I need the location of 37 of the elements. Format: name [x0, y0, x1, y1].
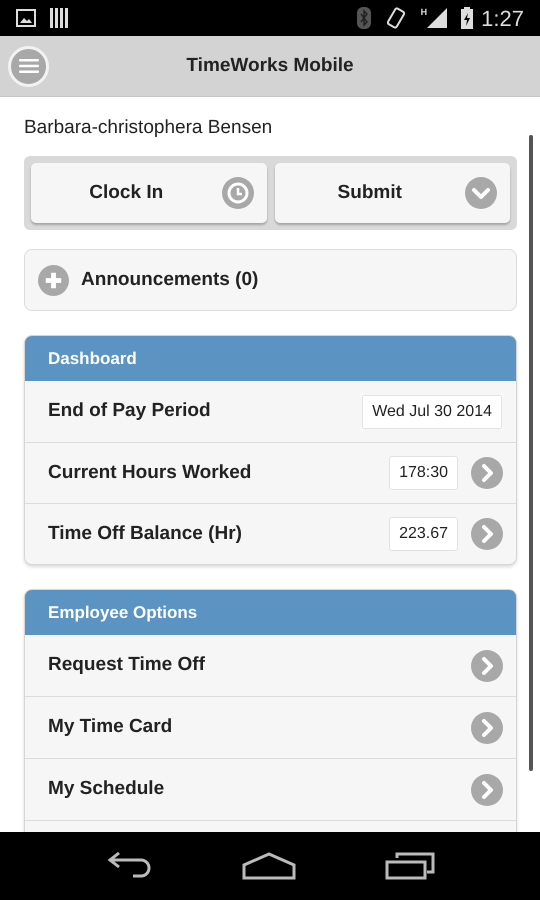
- chevron-right-icon: [471, 774, 503, 806]
- recent-apps-icon[interactable]: [385, 852, 436, 880]
- announcements-button[interactable]: Announcements (0): [24, 249, 517, 311]
- action-button[interactable]: Clock In: [31, 163, 266, 223]
- bluetooth-icon: [356, 7, 371, 29]
- clock-icon: [222, 177, 254, 209]
- image-icon: [16, 9, 36, 27]
- dropdown-icon: [465, 177, 497, 209]
- row-label: Time Off Balance (Hr): [48, 522, 243, 546]
- chevron-right-icon[interactable]: [471, 518, 503, 550]
- chevron-right-icon[interactable]: [471, 457, 503, 489]
- menu-button[interactable]: [8, 46, 49, 86]
- chevron-right-icon: [471, 650, 503, 682]
- value-field: 178:30: [389, 456, 458, 490]
- card-title: Employee Options: [48, 602, 198, 624]
- row-label: End of Pay Period: [48, 399, 212, 424]
- barcode-icon: [50, 8, 68, 28]
- network-type-label: H: [420, 8, 428, 17]
- value-field: 223.67: [389, 517, 458, 551]
- signal-icon: [427, 8, 448, 28]
- battery-charging-icon: [461, 7, 474, 29]
- scrollbar[interactable]: [529, 135, 533, 771]
- user-name: Barbara-christophera Bensen: [24, 116, 274, 140]
- value-field: Wed Jul 30 2014: [362, 394, 502, 428]
- menu-icon: [18, 58, 38, 74]
- menu-list-item[interactable]: My Time Card: [25, 697, 516, 759]
- menu-list-item[interactable]: My Schedule: [25, 759, 516, 821]
- card-title: Dashboard: [48, 348, 137, 370]
- phone-rotation-icon: [384, 7, 407, 29]
- clock-time: 1:27: [481, 4, 524, 32]
- row-label: Current Hours Worked: [48, 460, 252, 485]
- home-icon[interactable]: [242, 852, 296, 880]
- menu-list-item[interactable]: Request Time Off: [25, 635, 516, 697]
- action-button[interactable]: Submit: [274, 163, 510, 223]
- chevron-right-icon: [471, 712, 503, 744]
- plus-icon: [38, 264, 69, 296]
- app-title: TimeWorks Mobile: [186, 54, 354, 76]
